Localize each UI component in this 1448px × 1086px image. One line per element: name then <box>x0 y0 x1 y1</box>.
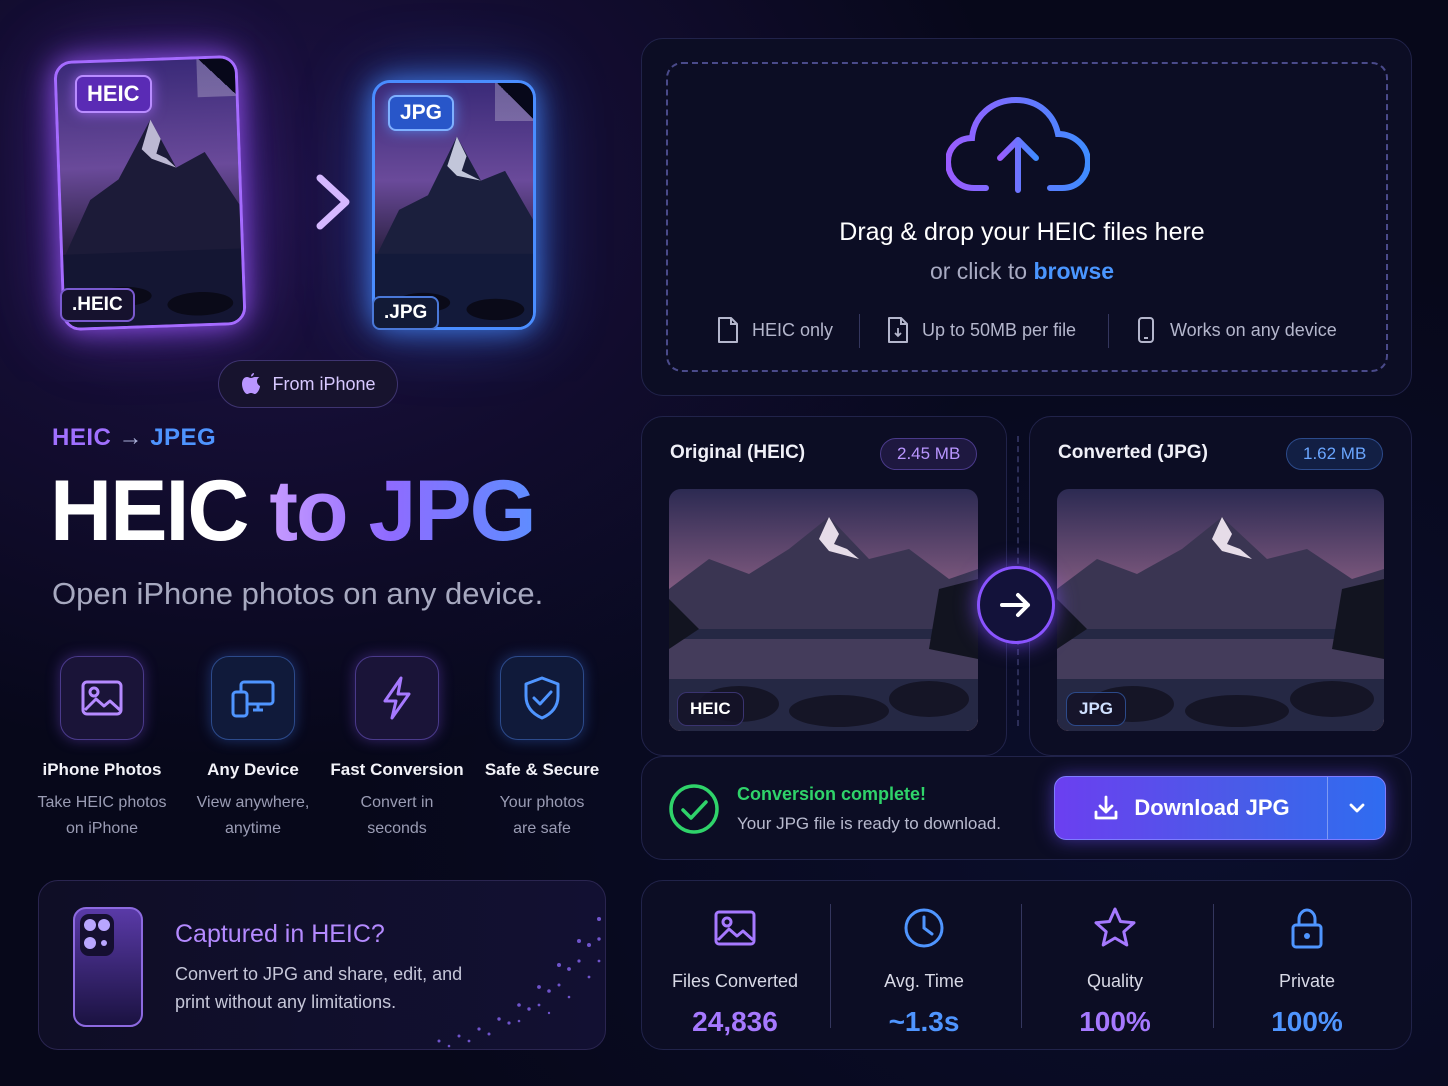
devices-icon <box>231 680 275 718</box>
feature-desc-line2: on iPhone <box>65 820 139 837</box>
feature-desc-line1: Take HEIC photos <box>37 794 167 811</box>
chevron-down-icon <box>1349 803 1364 813</box>
stat-value: ~1.3s <box>888 1006 960 1037</box>
meta-label: HEIC only <box>752 319 834 340</box>
browse-link[interactable]: browse <box>1034 258 1115 284</box>
compare-arrow <box>977 566 1055 644</box>
divider <box>1108 314 1109 348</box>
dropzone-subtitle-text: or click to <box>929 258 1028 284</box>
title-gradient: to JPG <box>269 463 536 559</box>
stat-value: 24,836 <box>692 1006 778 1037</box>
feature-desc-line1: Convert in <box>360 794 434 811</box>
feature-desc-line2: seconds <box>367 820 427 837</box>
meta-heic-only: HEIC only <box>716 316 833 344</box>
lightning-icon <box>383 676 411 720</box>
download-button[interactable]: Download JPG <box>1055 777 1327 839</box>
divider <box>859 314 860 348</box>
meta-file-size: Up to 50MB per file <box>886 316 1076 344</box>
status-title: Conversion complete! <box>737 784 927 804</box>
stat-private: Private 100% <box>1212 906 1402 1038</box>
original-label: Original (HEIC) <box>670 442 806 463</box>
stat-value: 100% <box>1271 1006 1343 1037</box>
kicker-arrow: → <box>118 424 144 451</box>
converted-label: Converted (JPG) <box>1058 442 1208 463</box>
feature-desc-line2: anytime <box>224 820 282 837</box>
kicker-from: HEIC <box>52 424 112 451</box>
page-subtitle: Open iPhone photos on any device. <box>52 576 544 611</box>
captured-text: Convert to JPG and share, edit, and prin… <box>175 964 463 1012</box>
from-iphone-label: From iPhone <box>272 373 376 394</box>
clock-icon <box>904 908 944 948</box>
stat-quality: Quality 100% <box>1020 906 1210 1038</box>
feature-fast-conversion: Fast Conversion Convert in seconds <box>322 656 472 842</box>
file-icon <box>718 317 738 343</box>
jpg-extension-label: .JPG <box>372 296 440 330</box>
original-size-badge: 2.45 MB <box>880 438 978 470</box>
meta-label: Works on any device <box>1170 319 1337 340</box>
stat-label: Files Converted <box>671 971 799 991</box>
jpg-badge: JPG <box>388 95 455 131</box>
feature-desc-line2: are safe <box>513 820 571 837</box>
download-options-button[interactable] <box>1327 777 1385 839</box>
stat-label: Private <box>1278 971 1336 991</box>
from-iphone-badge: From iPhone <box>218 360 398 408</box>
image-icon <box>714 910 756 946</box>
feature-desc-line1: Your photos <box>499 794 585 811</box>
stat-value: 100% <box>1079 1006 1151 1037</box>
original-format-tag: HEIC <box>677 692 744 726</box>
meta-label: Up to 50MB per file <box>922 319 1077 340</box>
feature-title: iPhone Photos <box>42 760 162 779</box>
feature-desc-line1: View anywhere, <box>196 794 310 811</box>
kicker-to: JPEG <box>150 424 217 451</box>
meta-any-device: Works on any device <box>1134 316 1337 344</box>
converted-size-badge: 1.62 MB <box>1286 438 1384 470</box>
phone-icon <box>1138 317 1154 343</box>
dropzone-subtitle: or click to browse <box>666 258 1378 285</box>
convert-arrow-icon <box>241 174 350 230</box>
captured-title: Captured in HEIC? <box>175 920 385 948</box>
feature-title: Any Device <box>207 760 299 779</box>
page-title: HEIC to JPG <box>50 462 537 561</box>
arrow-right-icon <box>1000 593 1030 617</box>
lock-icon <box>1291 908 1323 949</box>
cloud-upload-icon <box>946 96 1090 193</box>
download-icon <box>1094 795 1118 820</box>
shield-check-icon <box>524 676 560 720</box>
conversion-kicker: HEIC → JPEG <box>52 424 216 452</box>
feature-title: Fast Conversion <box>330 760 464 779</box>
star-icon <box>1094 907 1136 947</box>
iphone-icon <box>73 907 143 1027</box>
feature-any-device: Any Device View anywhere, anytime <box>178 656 328 842</box>
apple-icon <box>242 373 261 394</box>
stat-files-converted: Files Converted 24,836 <box>640 906 830 1038</box>
stat-label: Avg. Time <box>884 971 964 991</box>
file-size-icon <box>888 317 908 343</box>
converted-format-tag: JPG <box>1066 692 1127 726</box>
success-check-icon <box>669 784 719 834</box>
feature-title: Safe & Secure <box>484 760 600 779</box>
download-button-group: Download JPG <box>1054 776 1386 840</box>
status-text: Your JPG file is ready to download. <box>737 814 1001 833</box>
heic-badge: HEIC <box>75 75 152 113</box>
feature-safe-secure: Safe & Secure Your photos are safe <box>467 656 617 842</box>
image-icon <box>81 680 123 716</box>
feature-iphone-photos: iPhone Photos Take HEIC photos on iPhone <box>27 656 177 842</box>
heic-extension-label: .HEIC <box>60 288 135 322</box>
title-white: HEIC <box>50 463 249 559</box>
stat-label: Quality <box>1086 971 1144 991</box>
dropzone-title: Drag & drop your HEIC files here <box>839 218 1205 246</box>
stat-avg-time: Avg. Time ~1.3s <box>829 906 1019 1038</box>
download-label: Download JPG <box>1134 795 1290 820</box>
